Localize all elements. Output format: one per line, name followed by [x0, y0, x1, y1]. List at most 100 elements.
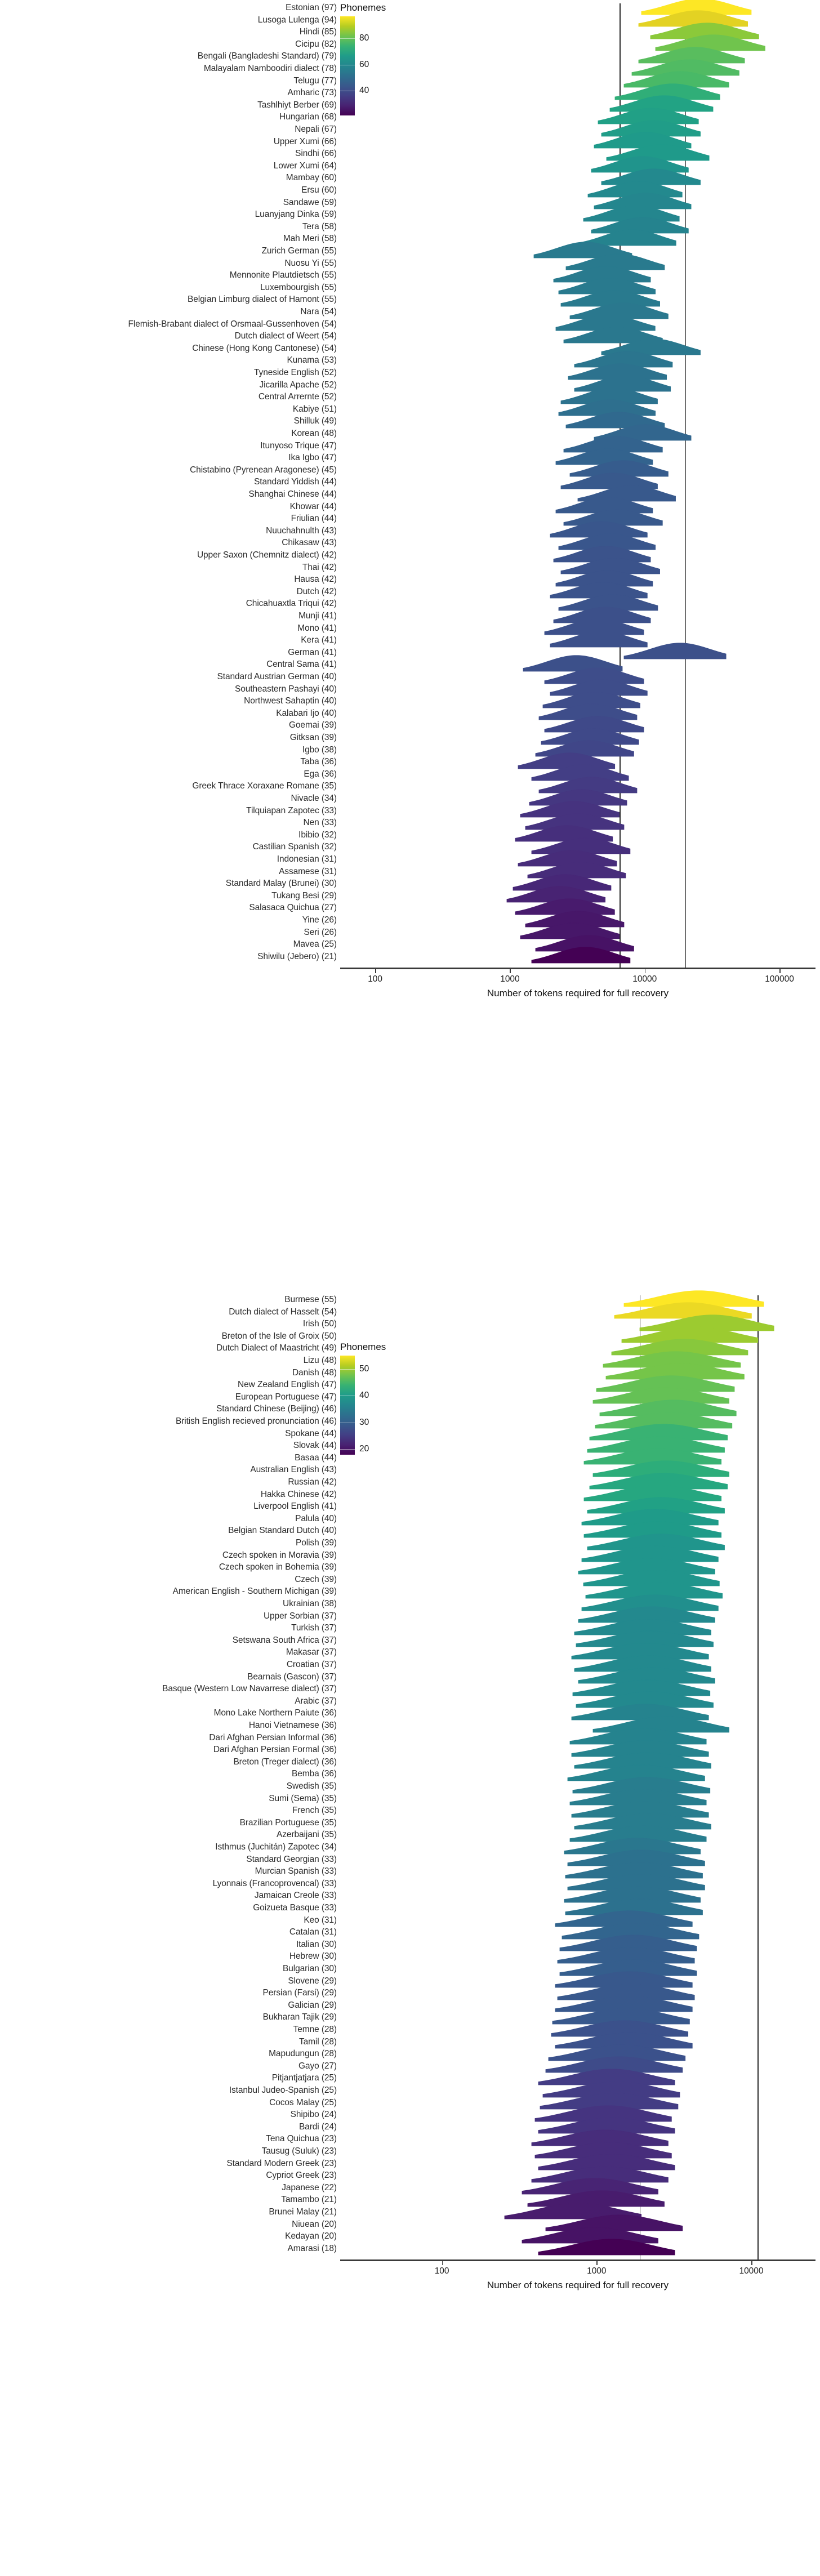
- row-label: Bemba (36): [292, 1769, 337, 1779]
- row-label: Tausug (Suluk) (23): [261, 2146, 337, 2156]
- x-axis-tick: [375, 969, 376, 974]
- x-axis-line: [340, 968, 815, 970]
- row-label: Flemish-Brabant dialect of Orsmaal-Gusse…: [128, 319, 337, 329]
- row-label: Jicarilla Apache (52): [259, 380, 337, 390]
- row-label: Upper Sorbian (37): [263, 1611, 337, 1621]
- row-label: Shipibo (24): [290, 2110, 337, 2120]
- row-label: Greek Thrace Xoraxane Romane (35): [192, 781, 337, 791]
- row-label: Luanyjang Dinka (59): [255, 210, 337, 220]
- row-label: Palula (40): [295, 1513, 337, 1523]
- row-label: Czech spoken in Bohemia (39): [219, 1562, 337, 1572]
- x-axis-tick-label: 10000: [739, 2266, 764, 2276]
- row-label: Tamambo (21): [281, 2195, 337, 2205]
- row-label: Thai (42): [302, 562, 337, 572]
- row-label: Australian English (43): [250, 1465, 337, 1475]
- row-label: Dutch Dialect of Maastricht (49): [216, 1343, 337, 1353]
- row-label: Cypriot Greek (23): [266, 2171, 337, 2181]
- row-label: Seri (26): [304, 927, 337, 937]
- row-label: Bukharan Tajik (29): [262, 2012, 337, 2022]
- colorbar: 50 40 30 20: [340, 1356, 369, 1455]
- x-axis-tick-label: 10000: [632, 974, 657, 984]
- row-label: Dari Afghan Persian Informal (36): [209, 1732, 337, 1742]
- row-label: Chicahuaxtla Triqui (42): [246, 599, 337, 609]
- row-label: Belgian Limburg dialect of Hamont (55): [187, 295, 337, 305]
- row-label: Mono Lake Northern Paiute (36): [213, 1708, 337, 1718]
- row-label: Standard Georgian (33): [246, 1854, 337, 1864]
- colorbar-tick-label: 40: [359, 86, 369, 95]
- row-label: Chikasaw (43): [282, 538, 337, 548]
- row-label: Kunama (53): [287, 355, 337, 366]
- row-label: Chistabino (Pyrenean Aragonese) (45): [190, 465, 337, 475]
- row-label: Niuean (20): [292, 2219, 337, 2229]
- row-label: Catalan (31): [289, 1927, 337, 1937]
- row-label: Indonesian (31): [277, 854, 337, 864]
- row-label: Breton of the Isle of Groix (50): [221, 1331, 337, 1341]
- row-label: Dutch (42): [296, 586, 337, 596]
- row-label: Estonian (97): [286, 3, 337, 12]
- row-label: Ika Igbo (47): [288, 453, 337, 463]
- row-label: Tyneside English (52): [254, 368, 337, 377]
- row-label: Taba (36): [300, 757, 337, 767]
- row-label: Persian (Farsi) (29): [262, 1988, 337, 1998]
- row-label: Hausa (42): [294, 574, 337, 585]
- row-label: Bearnais (Gascon) (37): [247, 1672, 337, 1682]
- legend-title: Phonemes: [340, 1342, 386, 1352]
- row-label: Zurich German (55): [261, 246, 337, 256]
- row-label: Bardi (24): [298, 2122, 337, 2132]
- row-label: American English - Southern Michigan (39…: [172, 1586, 337, 1597]
- row-label: New Zealand English (47): [238, 1380, 337, 1390]
- row-label: Lizu (48): [303, 1356, 337, 1365]
- row-label: Dutch dialect of Weert (54): [234, 331, 337, 341]
- row-label: Slovene (29): [288, 1976, 337, 1986]
- colorbar-tick-label: 20: [359, 1444, 369, 1454]
- row-label: Murcian Spanish (33): [255, 1866, 337, 1877]
- row-label: Czech spoken in Moravia (39): [222, 1550, 337, 1560]
- x-axis-line: [340, 2259, 815, 2262]
- row-label: Mapudungun (28): [269, 2049, 337, 2059]
- reference-line-2: [757, 1295, 759, 2260]
- row-label: Northwest Sahaptin (40): [244, 696, 337, 706]
- row-label: Tena Quichua (23): [266, 2134, 337, 2144]
- row-label: Mah Meri (58): [283, 234, 337, 244]
- row-label: German (41): [288, 647, 337, 657]
- row-label: Kalabari Ijo (40): [276, 708, 337, 718]
- row-label: Gitksan (39): [289, 733, 337, 742]
- row-label: Goizueta Basque (33): [253, 1903, 337, 1913]
- row-label: Luxembourgish (55): [260, 282, 337, 292]
- ridge-density: [538, 2238, 675, 2256]
- row-label: European Portuguese (47): [235, 1392, 337, 1402]
- row-label: Lusoga Lulenga (94): [257, 15, 337, 25]
- x-axis-tick-label: 100000: [765, 974, 794, 984]
- row-label: Spokane (44): [285, 1428, 337, 1438]
- row-label: Croatian (37): [286, 1660, 337, 1669]
- row-label: Mambay (60): [286, 173, 337, 183]
- row-label: Danish (48): [292, 1367, 337, 1378]
- row-label: Malayalam Namboodiri dialect (78): [203, 64, 337, 73]
- row-label: Assamese (31): [279, 866, 337, 876]
- x-axis-tick-label: 100: [368, 974, 383, 984]
- row-label: Upper Xumi (66): [273, 136, 337, 146]
- row-label: Telugu (77): [293, 75, 337, 86]
- row-label: Amarasi (18): [287, 2243, 337, 2253]
- panel-1-legend: Phonemes 80 60 40: [340, 2, 386, 115]
- panel-2-legend: Phonemes 50 40 30 20: [340, 1342, 386, 1455]
- row-label: Standard Austrian German (40): [217, 672, 337, 681]
- row-label: Tamil (28): [298, 2036, 337, 2047]
- row-label: Brunei Malay (21): [269, 2207, 337, 2217]
- row-label: Belgian Standard Dutch (40): [228, 1526, 337, 1536]
- row-label: Ukrainian (38): [283, 1599, 337, 1608]
- row-label: Nuuchahnulth (43): [266, 525, 337, 536]
- x-axis-tick: [779, 969, 781, 974]
- x-axis-tick: [596, 2261, 598, 2266]
- row-label: Hebrew (30): [289, 1951, 337, 1962]
- colorbar-tick-label: 80: [359, 33, 369, 43]
- ridge-density: [531, 946, 631, 964]
- row-label: Temne (28): [293, 2025, 337, 2034]
- row-label: Yine (26): [302, 915, 337, 925]
- row-label: Shanghai Chinese (44): [248, 489, 337, 499]
- row-label: Polish (39): [296, 1538, 337, 1548]
- x-axis-tick: [510, 969, 511, 974]
- row-label: Gayo (27): [298, 2061, 337, 2071]
- row-label: Korean (48): [291, 429, 337, 438]
- row-label: Czech (39): [295, 1574, 337, 1584]
